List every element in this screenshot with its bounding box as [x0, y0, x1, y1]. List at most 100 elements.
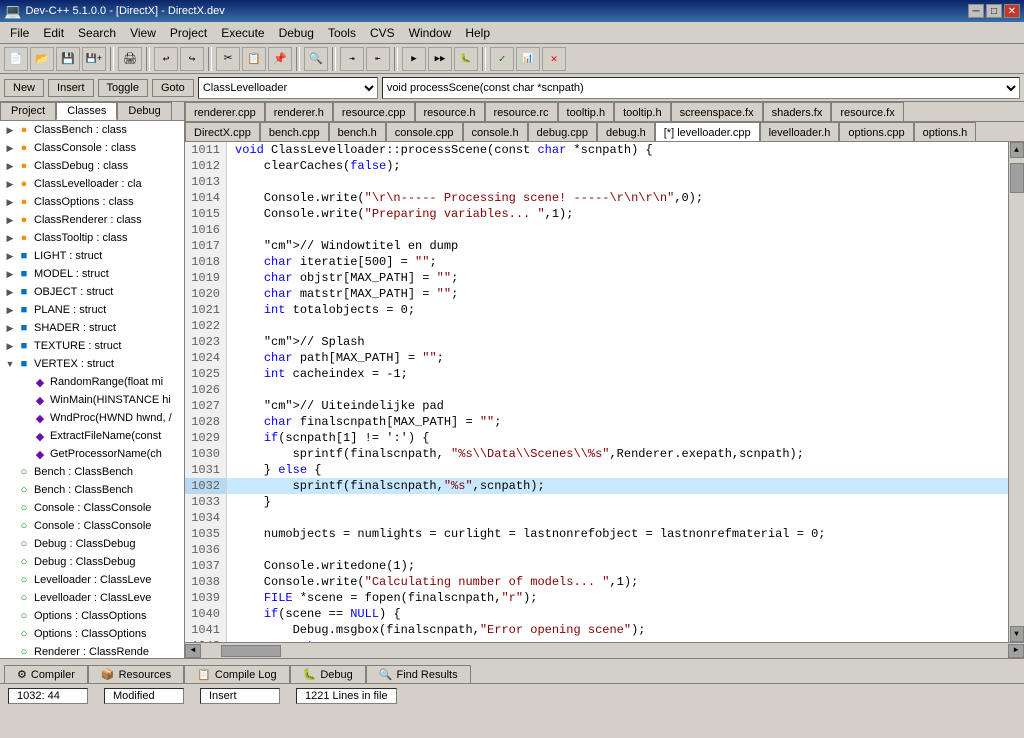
tree-item[interactable]: ▶■OBJECT : struct [0, 283, 184, 301]
tab-resource_cpp[interactable]: resource.cpp [333, 102, 415, 122]
tb-find[interactable]: 🔍 [304, 47, 328, 71]
toggle-button[interactable]: Toggle [98, 79, 148, 97]
bottom-tab-compiler[interactable]: ⚙Compiler [4, 665, 88, 683]
tb-redo[interactable]: ↪ [180, 47, 204, 71]
tab-levelloader_h[interactable]: levelloader.h [760, 122, 840, 142]
tab-bench_cpp[interactable]: bench.cpp [260, 122, 329, 142]
tb-debug[interactable]: 🐛 [454, 47, 478, 71]
line-content[interactable]: } else { [227, 462, 321, 478]
expand-icon[interactable]: ▶ [4, 251, 16, 262]
line-content[interactable]: Debug.msgbox(finalscnpath,"Error opening… [227, 622, 645, 638]
tb-check[interactable]: ✓ [490, 47, 514, 71]
tree-item[interactable]: ○Renderer : ClassRende [0, 643, 184, 658]
h-scroll-thumb[interactable] [221, 645, 281, 657]
expand-icon[interactable]: ▶ [4, 125, 16, 136]
expand-icon[interactable]: ▶ [4, 143, 16, 154]
scroll-down[interactable]: ▼ [1010, 626, 1024, 642]
tree-item[interactable]: ▶●ClassOptions : class [0, 193, 184, 211]
tree-item[interactable]: ◆WinMain(HINSTANCE hi [0, 391, 184, 409]
menu-search[interactable]: Search [72, 24, 122, 42]
tb-paste[interactable]: 📌 [268, 47, 292, 71]
tab-options_h[interactable]: options.h [914, 122, 977, 142]
line-content[interactable]: Console.write("Calculating number of mod… [227, 574, 638, 590]
bottom-tab-find-results[interactable]: 🔍Find Results [366, 665, 471, 683]
tab-options_cpp[interactable]: options.cpp [839, 122, 913, 142]
line-content[interactable] [227, 542, 235, 558]
horizontal-scrollbar[interactable]: ◄ ► [185, 642, 1024, 658]
line-content[interactable]: Console.write("\r\n----- Processing scen… [227, 190, 703, 206]
tree-item[interactable]: ◆WndProc(HWND hwnd, / [0, 409, 184, 427]
line-content[interactable]: sprintf(finalscnpath,"%s",scnpath); [227, 478, 545, 494]
tree-item[interactable]: ▶●ClassDebug : class [0, 157, 184, 175]
tb-print[interactable]: 🖨 [118, 47, 142, 71]
tb-compile[interactable]: ▶ [402, 47, 426, 71]
tab-renderer_h[interactable]: renderer.h [265, 102, 333, 122]
tab-project[interactable]: Project [0, 102, 56, 120]
line-content[interactable]: } [227, 494, 271, 510]
line-content[interactable]: char finalscnpath[MAX_PATH] = ""; [227, 414, 501, 430]
tab-debug[interactable]: Debug [117, 102, 171, 120]
tab-directx_cpp[interactable]: DirectX.cpp [185, 122, 260, 142]
tab-resource_rc[interactable]: resource.rc [485, 102, 558, 122]
tb-save-all[interactable]: 💾+ [82, 47, 106, 71]
menu-file[interactable]: File [4, 24, 35, 42]
goto-button[interactable]: Goto [152, 79, 194, 97]
expand-icon[interactable]: ▶ [4, 287, 16, 298]
tb-run[interactable]: ▶▶ [428, 47, 452, 71]
tb-undo[interactable]: ↩ [154, 47, 178, 71]
line-content[interactable]: "cm">// Windowtitel en dump [227, 238, 458, 254]
tree-item[interactable]: ○Console : ClassConsole [0, 517, 184, 535]
tree-item[interactable]: ▶●ClassTooltip : class [0, 229, 184, 247]
expand-icon[interactable]: ▼ [4, 359, 16, 369]
expand-icon[interactable]: ▶ [4, 161, 16, 172]
line-content[interactable]: Console.writedone(1); [227, 558, 415, 574]
tree-item[interactable]: ◆ExtractFileName(const [0, 427, 184, 445]
menu-window[interactable]: Window [403, 24, 458, 42]
tb-save[interactable]: 💾 [56, 47, 80, 71]
line-content[interactable]: char matstr[MAX_PATH] = ""; [227, 286, 458, 302]
expand-icon[interactable]: ▶ [4, 305, 16, 316]
tree-item[interactable]: ▶■MODEL : struct [0, 265, 184, 283]
tree-item[interactable]: ○Debug : ClassDebug [0, 535, 184, 553]
tree-item[interactable]: ○Levelloader : ClassLeve [0, 571, 184, 589]
code-wrapper[interactable]: 1011void ClassLevelloader::processScene(… [185, 142, 1008, 642]
tb-chart[interactable]: 📊 [516, 47, 540, 71]
tab-____levelloader_cpp[interactable]: [*] levelloader.cpp [655, 122, 760, 142]
tab-tooltip_h[interactable]: tooltip.h [614, 102, 671, 122]
expand-icon[interactable]: ▶ [4, 323, 16, 334]
line-content[interactable]: FILE *scene = fopen(finalscnpath,"r"); [227, 590, 537, 606]
tab-tooltip_h[interactable]: tooltip.h [558, 102, 615, 122]
tree-item[interactable]: ▶●ClassConsole : class [0, 139, 184, 157]
bottom-tab-resources[interactable]: 📦Resources [88, 665, 184, 683]
line-content[interactable]: "cm">// Uiteindelijke pad [227, 398, 444, 414]
close-button[interactable]: ✕ [1004, 4, 1020, 18]
tree-item[interactable]: ▶■LIGHT : struct [0, 247, 184, 265]
scroll-up[interactable]: ▲ [1010, 142, 1024, 158]
tb-cut[interactable]: ✂ [216, 47, 240, 71]
tree-item[interactable]: ○Bench : ClassBench [0, 481, 184, 499]
tab-debug_cpp[interactable]: debug.cpp [528, 122, 597, 142]
tab-resource_fx[interactable]: resource.fx [831, 102, 903, 122]
tab-console_cpp[interactable]: console.cpp [386, 122, 463, 142]
tb-new[interactable]: 📄 [4, 47, 28, 71]
tree-item[interactable]: ○Options : ClassOptions [0, 625, 184, 643]
bottom-tab-compile-log[interactable]: 📋Compile Log [184, 665, 289, 683]
tab-shaders_fx[interactable]: shaders.fx [763, 102, 832, 122]
expand-icon[interactable]: ▶ [4, 197, 16, 208]
menu-execute[interactable]: Execute [215, 24, 270, 42]
line-content[interactable]: if(scene == NULL) { [227, 606, 401, 622]
tree-item[interactable]: ○Options : ClassOptions [0, 607, 184, 625]
new-button[interactable]: New [4, 79, 44, 97]
line-content[interactable]: char path[MAX_PATH] = ""; [227, 350, 444, 366]
tree-item[interactable]: ▶■SHADER : struct [0, 319, 184, 337]
insert-button[interactable]: Insert [48, 79, 94, 97]
tb-unindent[interactable]: ⇤ [366, 47, 390, 71]
tree-item[interactable]: ◆GetProcessorName(ch [0, 445, 184, 463]
tree-item[interactable]: ▶■TEXTURE : struct [0, 337, 184, 355]
menu-cvs[interactable]: CVS [364, 24, 401, 42]
tab-screenspace_fx[interactable]: screenspace.fx [671, 102, 763, 122]
tb-copy[interactable]: 📋 [242, 47, 266, 71]
line-content[interactable]: void ClassLevelloader::processScene(cons… [227, 142, 653, 158]
menu-debug[interactable]: Debug [273, 24, 320, 42]
line-content[interactable]: clearCaches(false); [227, 158, 401, 174]
